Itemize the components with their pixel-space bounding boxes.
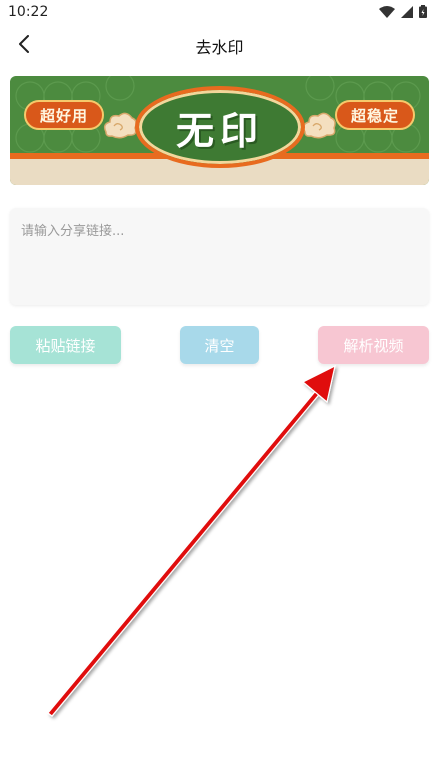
status-bar: 10:22 (0, 0, 439, 24)
badge-right: 超稳定 (335, 100, 415, 130)
screen: 10:22 去水印 超好用 超稳定 无印 请输入分享链接... 粘贴链接 清空 … (0, 0, 439, 780)
chevron-left-icon (17, 35, 31, 57)
parse-video-button[interactable]: 解析视频 (318, 326, 429, 364)
battery-icon (419, 3, 427, 22)
banner-center-plate: 无印 (135, 86, 305, 168)
banner-title: 无印 (175, 107, 264, 153)
back-button[interactable] (10, 32, 38, 60)
wifi-icon (379, 3, 395, 22)
app-bar: 去水印 (0, 26, 439, 66)
link-input-card (10, 208, 429, 305)
status-icons (379, 3, 427, 22)
banner-image: 超好用 超稳定 无印 (10, 76, 429, 185)
badge-left: 超好用 (24, 100, 104, 130)
signal-icon (401, 3, 413, 22)
share-link-input[interactable] (10, 208, 429, 305)
status-time: 10:22 (8, 4, 49, 20)
page-title: 去水印 (195, 38, 244, 57)
cloud-left-icon (103, 112, 137, 139)
cloud-right-icon (302, 112, 336, 139)
paste-link-button[interactable]: 粘贴链接 (10, 326, 121, 364)
clear-button[interactable]: 清空 (180, 326, 259, 364)
